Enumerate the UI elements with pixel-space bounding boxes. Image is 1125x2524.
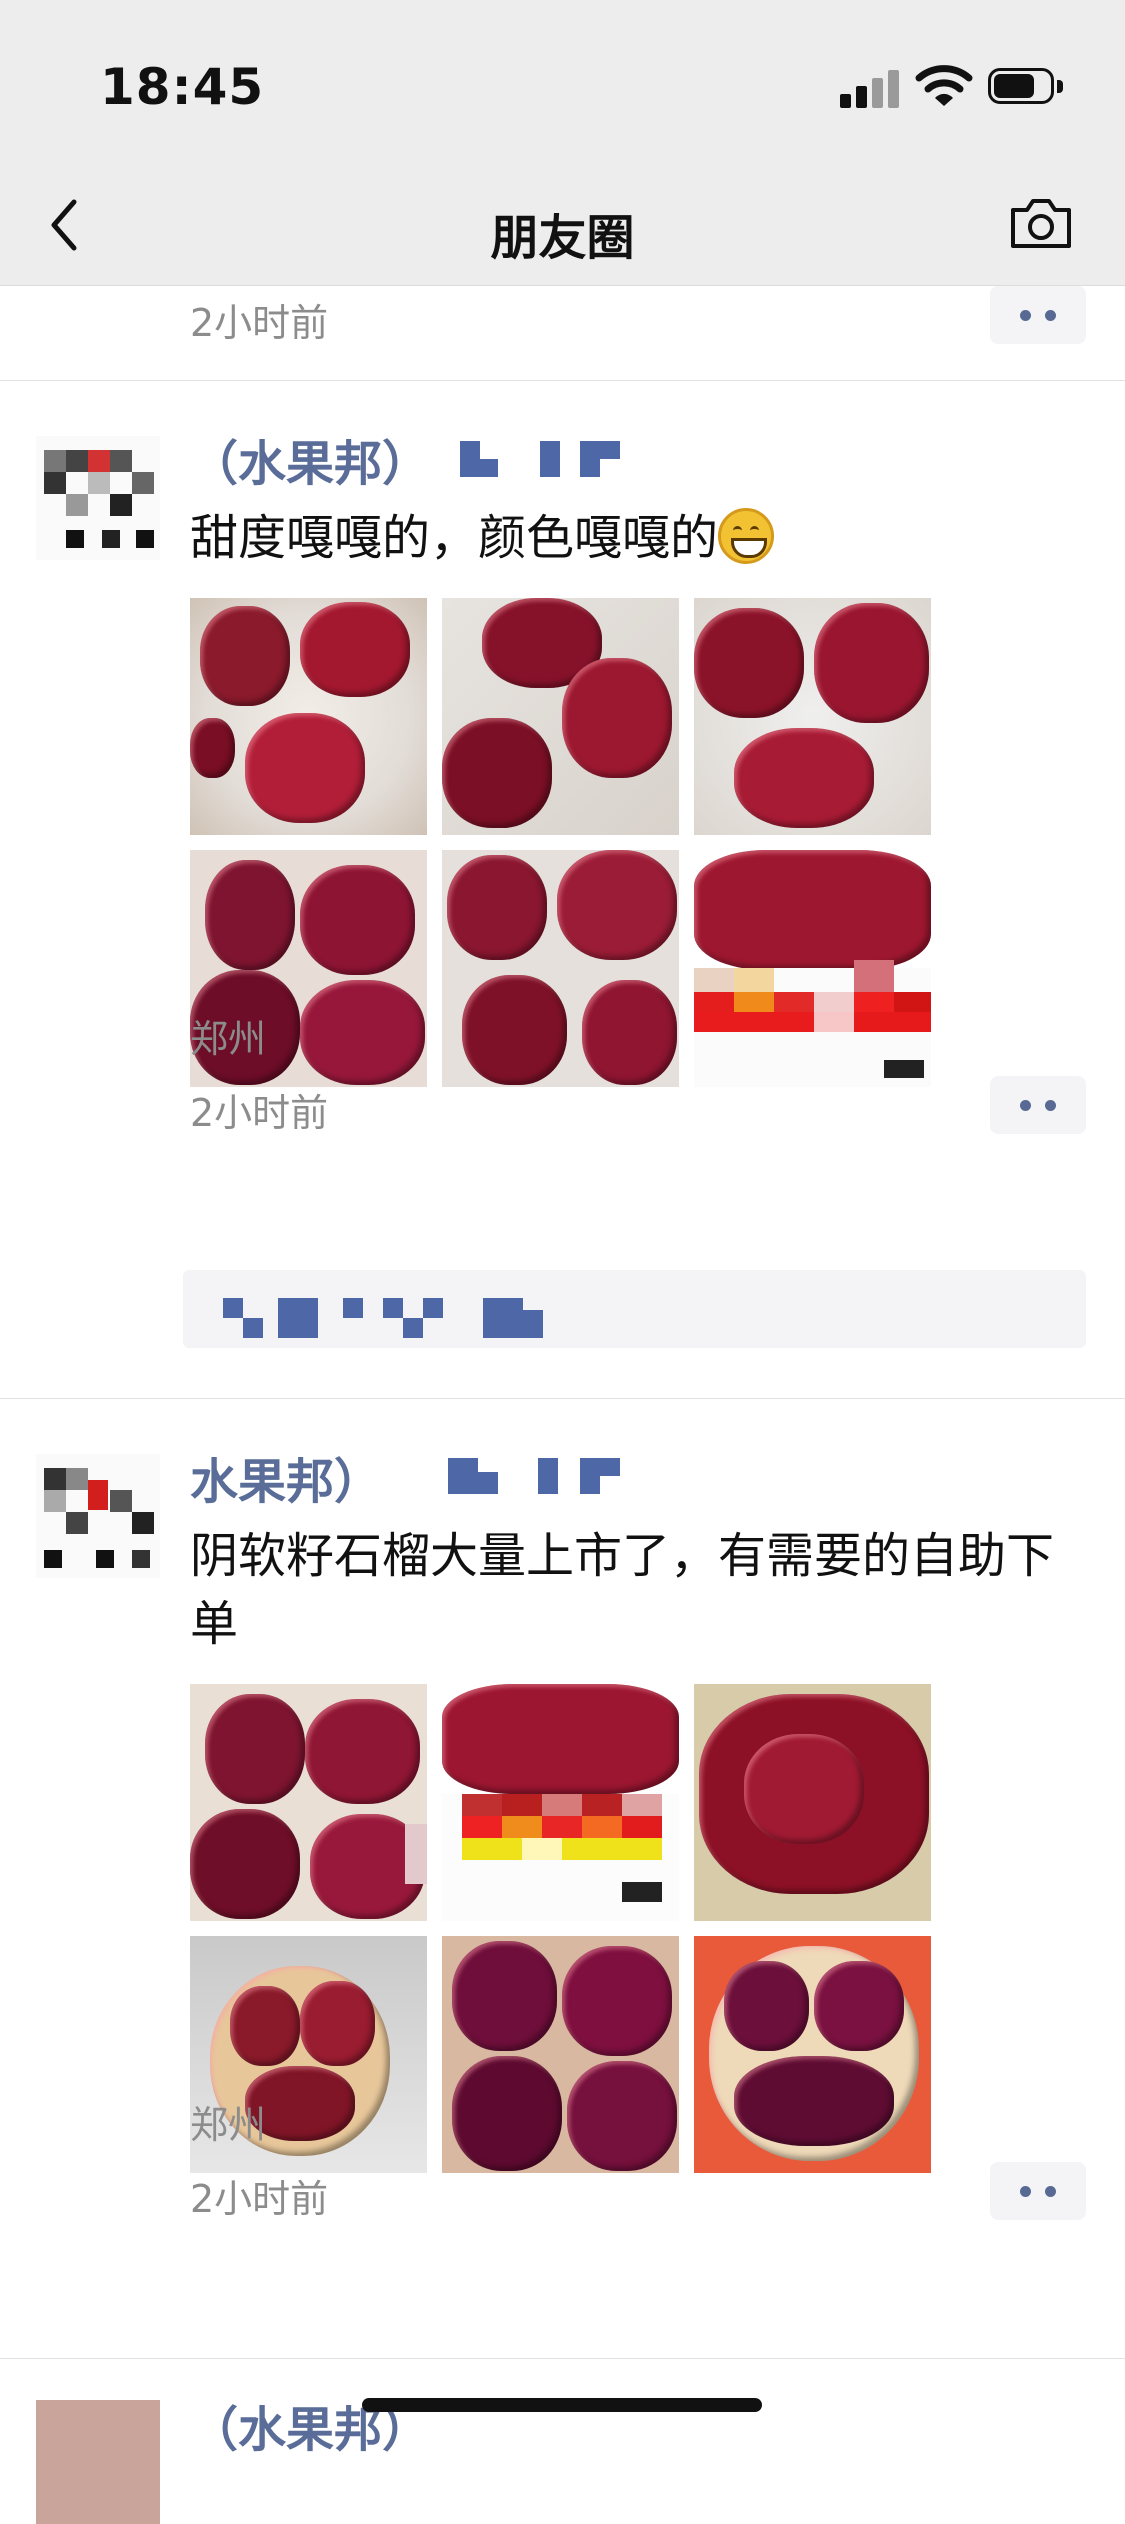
photo-thumbnail[interactable] [442, 598, 679, 835]
post-time: 2小时前 [190, 1091, 329, 1135]
post-text: 甜度嘎嘎的，颜色嘎嘎的 [190, 504, 1090, 572]
avatar[interactable] [36, 2400, 160, 2524]
photo-thumbnail[interactable] [442, 1936, 679, 2173]
photo-thumbnail[interactable] [694, 850, 931, 1087]
photo-thumbnail[interactable] [694, 1936, 931, 2173]
page-title: 朋友圈 [490, 210, 635, 266]
post-time: 2小时前 [190, 301, 329, 345]
divider [0, 2358, 1125, 2359]
avatar[interactable] [36, 436, 160, 560]
more-options-button[interactable] [990, 286, 1086, 344]
likes-box [183, 1270, 1086, 1348]
wifi-icon [915, 65, 973, 106]
photo-thumbnail[interactable] [190, 598, 427, 835]
post-time: 2小时前 [190, 2177, 329, 2221]
post-text: 阴软籽石榴大量上市了，有需要的自助下单 [190, 1528, 1055, 1652]
post-location[interactable]: 郑州 [190, 2094, 266, 2149]
status-bar: 18:45 [0, 0, 1125, 170]
post-location[interactable]: 郑州 [190, 1008, 266, 1063]
photo-thumbnail[interactable] [190, 1684, 427, 1921]
photo-thumbnail[interactable] [694, 1684, 931, 1921]
navigation-bar: 朋友圈 [0, 170, 1125, 286]
more-options-button[interactable] [990, 2162, 1086, 2220]
home-indicator[interactable] [362, 2398, 762, 2412]
more-options-button[interactable] [990, 1076, 1086, 1134]
post-username[interactable]: 水果邦） [190, 1442, 382, 1512]
divider [0, 380, 1125, 381]
photo-thumbnail[interactable] [694, 598, 931, 835]
battery-icon [988, 68, 1066, 106]
divider [0, 1398, 1125, 1399]
grinning-face-emoji [718, 508, 775, 564]
post-username[interactable]: （水果邦） [190, 424, 430, 494]
camera-icon[interactable] [1008, 192, 1074, 254]
status-time: 18:45 [100, 58, 265, 116]
photo-thumbnail[interactable] [442, 1684, 679, 1921]
photo-thumbnail[interactable] [442, 850, 679, 1087]
cellular-signal-icon [840, 68, 900, 108]
avatar[interactable] [36, 1454, 160, 1578]
